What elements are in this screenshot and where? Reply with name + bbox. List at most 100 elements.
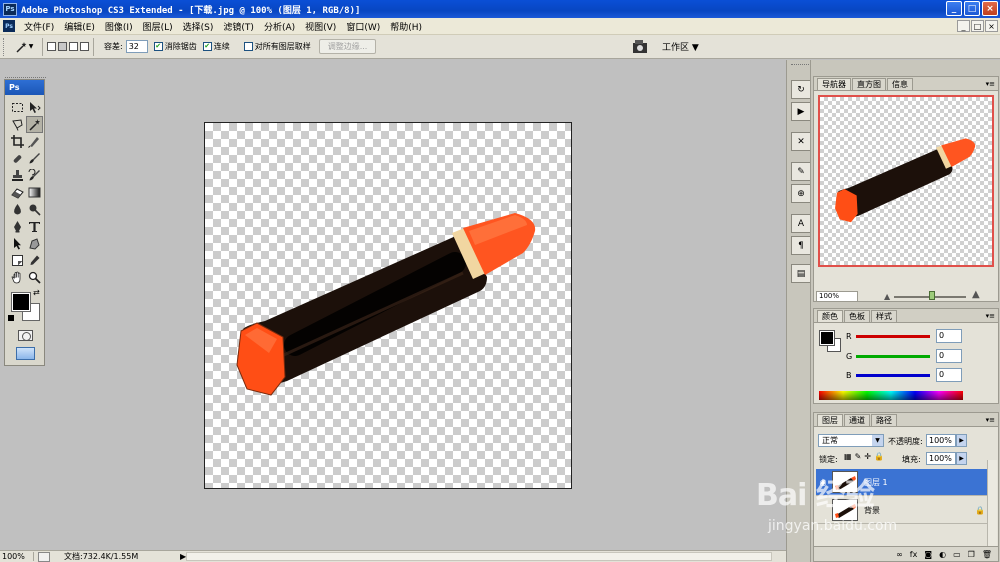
eraser-tool-icon[interactable] [9,184,26,201]
intersect-selection-icon[interactable] [80,42,89,51]
menu-analysis[interactable]: 分析(A) [259,20,300,33]
zoom-tool-icon[interactable] [26,269,43,286]
refine-edge-button[interactable]: 调整边缘... [318,39,377,54]
panel-menu-icon[interactable]: ▾≡ [986,312,995,320]
magic-wand-tool-icon[interactable] [26,116,43,133]
toolbox-grip[interactable] [5,77,46,80]
menu-layer[interactable]: 图层(L) [138,20,178,33]
workspace-menu-button[interactable]: 工作区 ▼ [662,40,699,53]
healing-brush-tool-icon[interactable] [9,150,26,167]
zoom-in-icon[interactable]: ▲ [972,289,980,300]
slice-tool-icon[interactable] [26,133,43,150]
screen-mode-icon[interactable] [16,347,35,360]
app-menu-icon[interactable]: Ps [3,20,15,32]
color-panel-foreground-swatch[interactable] [819,330,835,346]
brushes-panel-icon[interactable]: ✎ [791,162,811,181]
toolbox-header[interactable]: Ps [5,80,44,95]
tab-paths[interactable]: 路径 [871,414,897,426]
new-group-icon[interactable]: ▭ [953,550,961,559]
menu-select[interactable]: 选择(S) [178,20,219,33]
clone-stamp-tool-icon[interactable] [9,167,26,184]
tool-presets-panel-icon[interactable]: ✕ [791,132,811,151]
navigator-zoom-thumb[interactable] [929,291,935,300]
layer-style-icon[interactable]: fx [910,550,918,559]
layers-scrollbar[interactable] [987,460,997,549]
doc-restore-button[interactable]: □ [971,20,984,32]
menu-edit[interactable]: 编辑(E) [59,20,100,33]
status-options-icon[interactable] [38,551,50,562]
add-to-selection-icon[interactable] [58,42,67,51]
swap-colors-icon[interactable]: ⇄ [33,288,40,297]
tab-styles[interactable]: 样式 [871,310,897,322]
dodge-tool-icon[interactable] [26,201,43,218]
green-channel-slider[interactable] [856,354,930,358]
tab-swatches[interactable]: 色板 [844,310,870,322]
tool-preset-picker[interactable]: ▼ [10,38,38,56]
tab-layers[interactable]: 图层 [817,414,843,426]
green-channel-input[interactable]: 0 [936,349,962,363]
actions-panel-icon[interactable]: ▶ [791,102,811,121]
fill-input[interactable]: 100% [926,452,956,465]
doc-close-button[interactable]: × [985,20,998,32]
lock-transparency-icon[interactable]: ▦ [844,452,852,461]
tolerance-input[interactable]: 32 [125,40,148,53]
adjustment-layer-icon[interactable]: ◐ [939,550,946,559]
horizontal-scrollbar[interactable] [186,552,772,561]
character-panel-icon[interactable]: A [791,214,811,233]
eyedropper-tool-icon[interactable] [26,252,43,269]
minimize-button[interactable]: _ [946,1,962,16]
opacity-input[interactable]: 100% [926,434,956,447]
crop-tool-icon[interactable] [9,133,26,150]
move-tool-icon[interactable] [26,99,43,116]
blur-tool-icon[interactable] [9,201,26,218]
maximize-button[interactable]: □ [964,1,980,16]
fill-arrow-icon[interactable]: ▶ [956,452,967,465]
subtract-from-selection-icon[interactable] [69,42,78,51]
lock-all-icon[interactable]: 🔒 [874,452,884,461]
dock-grip[interactable] [791,64,811,67]
doc-minimize-button[interactable]: _ [957,20,970,32]
close-button[interactable]: × [982,1,998,16]
palette-well-icon[interactable] [632,39,650,55]
options-bar-grip[interactable] [3,37,6,56]
document-canvas[interactable] [204,122,572,489]
layer-comps-panel-icon[interactable]: ▤ [791,264,811,283]
contiguous-checkbox[interactable]: ✔ [202,42,212,51]
default-colors-icon[interactable] [8,315,14,321]
pen-tool-icon[interactable] [9,218,26,235]
path-selection-tool-icon[interactable] [9,235,26,252]
anti-alias-checkbox[interactable]: ✔ [153,42,163,51]
blue-channel-slider[interactable] [856,373,930,377]
lock-position-icon[interactable]: ✛ [864,452,871,461]
menu-help[interactable]: 帮助(H) [385,20,427,33]
notes-tool-icon[interactable] [9,252,26,269]
zoom-level[interactable]: 100% [0,552,34,561]
tab-channels[interactable]: 通道 [844,414,870,426]
history-brush-tool-icon[interactable] [26,167,43,184]
lock-pixels-icon[interactable]: ✎ [855,452,862,461]
gradient-tool-icon[interactable] [26,184,43,201]
navigator-preview[interactable] [818,95,994,267]
lasso-tool-icon[interactable] [9,116,26,133]
layer-mask-icon[interactable]: ◙ [924,550,932,559]
red-channel-input[interactable]: 0 [936,329,962,343]
tab-histogram[interactable]: 直方图 [852,78,886,90]
color-spectrum-bar[interactable] [819,391,963,400]
foreground-color-swatch[interactable] [11,292,31,312]
tab-navigator[interactable]: 导航器 [817,78,851,90]
menu-window[interactable]: 窗口(W) [341,20,385,33]
panel-menu-icon[interactable]: ▾≡ [986,80,995,88]
new-layer-icon[interactable]: ❐ [968,550,975,559]
link-layers-icon[interactable]: ∞ [896,550,903,559]
blue-channel-input[interactable]: 0 [936,368,962,382]
red-channel-slider[interactable] [856,334,930,338]
type-tool-icon[interactable] [26,218,43,235]
marquee-tool-icon[interactable] [9,99,26,116]
menu-view[interactable]: 视图(V) [300,20,341,33]
clone-source-panel-icon[interactable]: ⊕ [791,184,811,203]
shape-tool-icon[interactable] [26,235,43,252]
menu-filter[interactable]: 滤镜(T) [218,20,259,33]
menu-file[interactable]: 文件(F) [19,20,59,33]
hand-tool-icon[interactable] [9,269,26,286]
paragraph-panel-icon[interactable]: ¶ [791,236,811,255]
